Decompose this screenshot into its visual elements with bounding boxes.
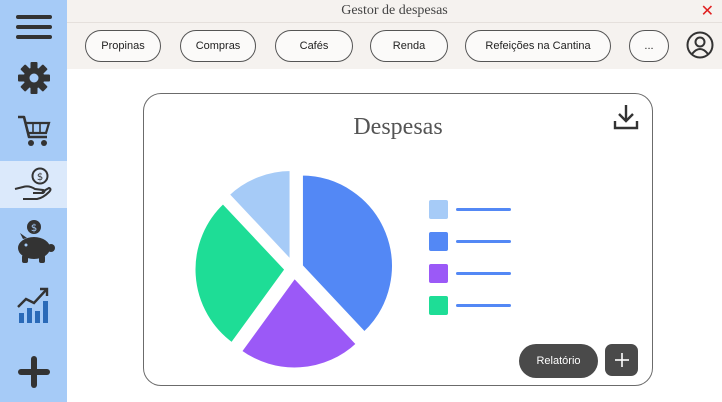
plus-icon xyxy=(17,356,50,388)
legend-label-placeholder xyxy=(456,272,511,275)
add-expense-button[interactable] xyxy=(0,350,67,394)
legend-swatch xyxy=(429,232,448,251)
legend-label-placeholder xyxy=(456,304,511,307)
profile-icon[interactable] xyxy=(686,31,714,59)
statistics-button[interactable] xyxy=(0,280,67,330)
menu-icon xyxy=(15,15,52,39)
legend-swatch xyxy=(429,200,448,219)
settings-button[interactable] xyxy=(0,56,67,100)
legend-swatch xyxy=(429,264,448,283)
savings-button[interactable]: $ xyxy=(0,215,67,267)
sidebar: $ $ xyxy=(0,0,67,402)
report-button[interactable]: Relatório xyxy=(519,344,598,378)
tab-compras[interactable]: Compras xyxy=(180,30,256,62)
tab-cafes[interactable]: Cafés xyxy=(275,30,353,62)
more-tabs-button[interactable]: ... xyxy=(629,30,669,62)
tab-refeicoes[interactable]: Refeições na Cantina xyxy=(465,30,611,62)
legend-label-placeholder xyxy=(456,240,511,243)
menu-button[interactable] xyxy=(0,10,67,44)
svg-text:$: $ xyxy=(30,223,36,234)
plus-icon xyxy=(614,353,629,367)
shopping-button[interactable] xyxy=(0,108,67,154)
expenses-card: Despesas Relatório xyxy=(143,93,653,386)
legend-swatch xyxy=(429,296,448,315)
gear-icon xyxy=(17,62,50,94)
tab-renda[interactable]: Renda xyxy=(370,30,448,62)
expenses-button[interactable]: $ xyxy=(0,161,67,208)
piggy-bank-icon: $ xyxy=(17,220,55,263)
svg-text:$: $ xyxy=(36,172,42,183)
title-bar: Gestor de despesas ✕ xyxy=(67,0,722,23)
add-button[interactable] xyxy=(605,344,638,376)
category-bar: Propinas Compras Cafés Renda Refeições n… xyxy=(67,23,722,69)
growth-chart-icon xyxy=(16,287,48,323)
close-icon[interactable]: ✕ xyxy=(701,1,714,20)
tab-propinas[interactable]: Propinas xyxy=(85,30,161,62)
money-hand-icon: $ xyxy=(14,167,51,200)
window-title: Gestor de despesas xyxy=(341,3,448,18)
cart-icon xyxy=(17,115,50,146)
legend-label-placeholder xyxy=(456,208,511,211)
